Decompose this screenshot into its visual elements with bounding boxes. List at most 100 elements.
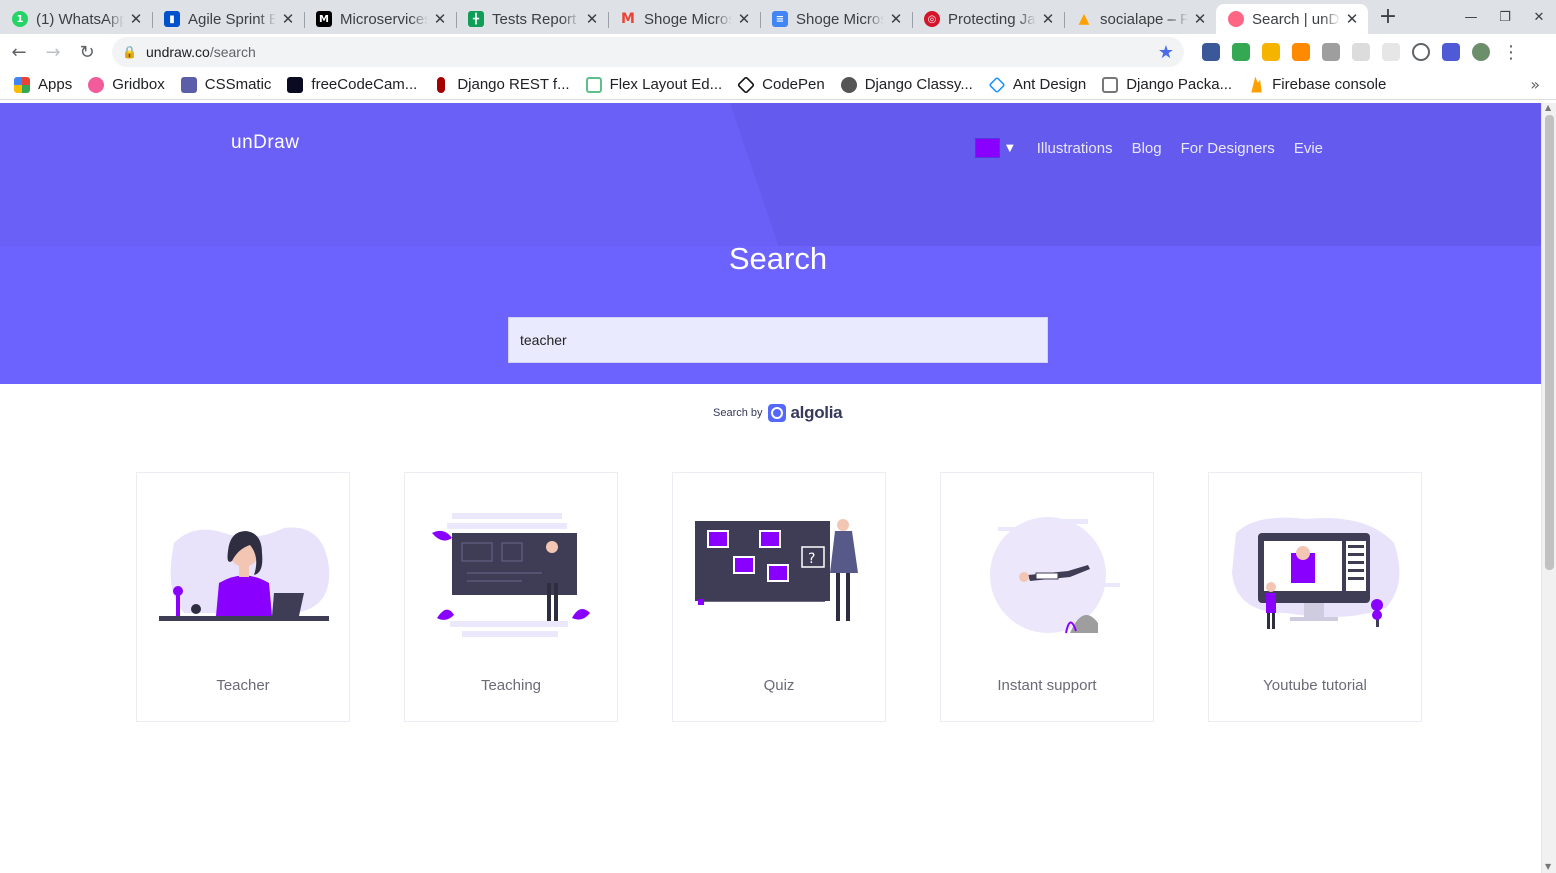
tab-microservices[interactable]: M Microservices ✕ [304, 4, 456, 34]
search-by-algolia[interactable]: Search by algolia [713, 403, 843, 423]
result-label: Quiz [763, 677, 795, 694]
reload-button[interactable]: ↻ [72, 37, 102, 67]
teaching-illustration [432, 513, 590, 637]
bookmark-label: Django Packa... [1126, 76, 1233, 93]
close-icon[interactable]: ✕ [1192, 11, 1208, 27]
bookmarks-overflow-icon[interactable]: » [1530, 75, 1540, 94]
bookmark-freecodecamp[interactable]: freeCodeCam... [287, 76, 417, 93]
close-icon[interactable]: ✕ [128, 11, 144, 27]
svg-text:?: ? [808, 551, 815, 567]
more-menu-icon[interactable]: ⋮ [1502, 42, 1520, 63]
algolia-brand: algolia [790, 403, 843, 422]
firebase-icon [1251, 76, 1262, 93]
url-host: undraw.co [146, 44, 210, 60]
profile-avatar[interactable] [1472, 43, 1490, 61]
extension-icon[interactable] [1322, 43, 1340, 61]
tab-title: (1) WhatsApp [36, 10, 124, 28]
scrollbar-thumb[interactable] [1545, 115, 1554, 570]
bookmark-label: freeCodeCam... [311, 76, 418, 93]
close-icon[interactable]: ✕ [584, 11, 600, 27]
nav-evie[interactable]: Evie [1294, 140, 1323, 157]
tab-gmail-shoge[interactable]: M Shoge Microservices ✕ [608, 4, 760, 34]
medium-icon: M [316, 11, 332, 27]
result-card-youtube-tutorial[interactable]: Youtube tutorial [1208, 472, 1422, 722]
result-card-instant-support[interactable]: Instant support [940, 472, 1154, 722]
result-card-teacher[interactable]: Teacher [136, 472, 350, 722]
close-window-icon[interactable]: ✕ [1522, 0, 1556, 34]
close-icon[interactable]: ✕ [888, 11, 904, 27]
tab-socialape[interactable]: ▲ socialape – Firebase ✕ [1064, 4, 1216, 34]
close-icon[interactable]: ✕ [280, 11, 296, 27]
bookmark-codepen[interactable]: CodePen [737, 75, 825, 94]
apps-grid-icon [14, 76, 30, 93]
tab-docs-shoge[interactable]: ≡ Shoge Microservices ✕ [760, 4, 912, 34]
gmail-icon: M [621, 11, 635, 27]
tab-title: Tests Report [492, 10, 577, 28]
bookmark-django-packages[interactable]: Django Packa... [1102, 76, 1232, 93]
firebase-icon: ▲ [1078, 11, 1090, 27]
whatsapp-icon: 1 [12, 11, 28, 27]
scroll-down-icon[interactable]: ▼ [1545, 862, 1551, 871]
bookmark-star-icon[interactable]: ★ [1158, 42, 1174, 63]
tab-title: Protecting JavaScript [948, 10, 1036, 28]
bookmark-ant-design[interactable]: Ant Design [988, 76, 1087, 93]
extension-icon[interactable] [1262, 43, 1280, 61]
extension-icon[interactable] [1292, 43, 1310, 61]
bookmark-django-rest[interactable]: Django REST f... [433, 76, 570, 93]
bookmark-django-classy[interactable]: Django Classy... [840, 76, 973, 93]
bookmark-firebase-console[interactable]: Firebase console [1248, 76, 1386, 93]
tab-protecting-js[interactable]: ◎ Protecting JavaScript ✕ [912, 4, 1064, 34]
page-viewport: unDraw ▼ Illustrations Blog For Designer… [0, 103, 1541, 873]
new-tab-button[interactable]: + [1374, 4, 1402, 32]
bookmark-gridbox[interactable]: Gridbox [88, 76, 165, 93]
restore-icon[interactable]: ❐ [1488, 0, 1522, 34]
bookmark-flex-layout[interactable]: Flex Layout Ed... [585, 76, 722, 93]
chevron-down-icon[interactable]: ▼ [1006, 143, 1014, 154]
site-logo[interactable]: unDraw [231, 132, 299, 154]
scroll-up-icon[interactable]: ▲ [1545, 103, 1551, 112]
result-card-quiz[interactable]: ? Quiz [672, 472, 886, 722]
close-icon[interactable]: ✕ [1040, 11, 1056, 27]
extension-icon[interactable] [1382, 43, 1400, 61]
result-card-teaching[interactable]: Teaching [404, 472, 618, 722]
bookmark-label: Firebase console [1272, 76, 1387, 93]
result-label: Instant support [997, 677, 1097, 694]
extension-icon[interactable] [1442, 43, 1460, 61]
tab-tests-report[interactable]: ╋ Tests Report ✕ [456, 4, 608, 34]
nav-illustrations[interactable]: Illustrations [1037, 140, 1113, 157]
trello-icon: ▮ [164, 11, 180, 27]
search-input[interactable] [508, 317, 1048, 363]
tab-undraw-search[interactable]: Search | unDraw ✕ [1216, 4, 1368, 34]
lock-icon[interactable]: 🔒 [122, 45, 138, 59]
tab-whatsapp[interactable]: 1 (1) WhatsApp ✕ [0, 4, 152, 34]
flex-layout-icon [585, 76, 602, 93]
extension-icon[interactable] [1202, 43, 1220, 61]
back-button[interactable]: ← [4, 37, 34, 67]
bookmark-label: CodePen [762, 76, 825, 93]
close-icon[interactable]: ✕ [736, 11, 752, 27]
django-packages-icon [1102, 76, 1119, 93]
close-icon[interactable]: ✕ [1344, 11, 1360, 27]
tab-title: Agile Sprint Board [188, 10, 276, 28]
page-title: Search [728, 241, 828, 276]
browser-toolbar: ← → ↻ 🔒 undraw.co/search ★ ⋮ [0, 34, 1556, 70]
tab-strip: 1 (1) WhatsApp ✕ ▮ Agile Sprint Board ✕ … [0, 0, 1556, 34]
address-bar[interactable]: 🔒 undraw.co/search ★ [112, 37, 1184, 67]
color-picker-swatch[interactable] [975, 138, 1000, 158]
extension-icon[interactable] [1412, 43, 1430, 61]
target-icon: ◎ [924, 11, 940, 27]
nav-blog[interactable]: Blog [1132, 140, 1162, 157]
vertical-scrollbar[interactable]: ▲ ▼ [1541, 103, 1556, 873]
extension-icon[interactable] [1352, 43, 1370, 61]
bookmark-cssmatic[interactable]: CSSmatic [180, 76, 271, 93]
bookmark-label: Ant Design [1012, 76, 1087, 93]
minimize-icon[interactable]: — [1454, 0, 1488, 34]
bookmark-apps[interactable]: Apps [14, 76, 72, 93]
algolia-icon [767, 404, 786, 422]
nav-for-designers[interactable]: For Designers [1181, 140, 1275, 157]
result-label: Youtube tutorial [1263, 677, 1367, 694]
close-icon[interactable]: ✕ [432, 11, 448, 27]
tab-agile-sprint[interactable]: ▮ Agile Sprint Board ✕ [152, 4, 304, 34]
extension-icon[interactable] [1232, 43, 1250, 61]
forward-button[interactable]: → [38, 37, 68, 67]
